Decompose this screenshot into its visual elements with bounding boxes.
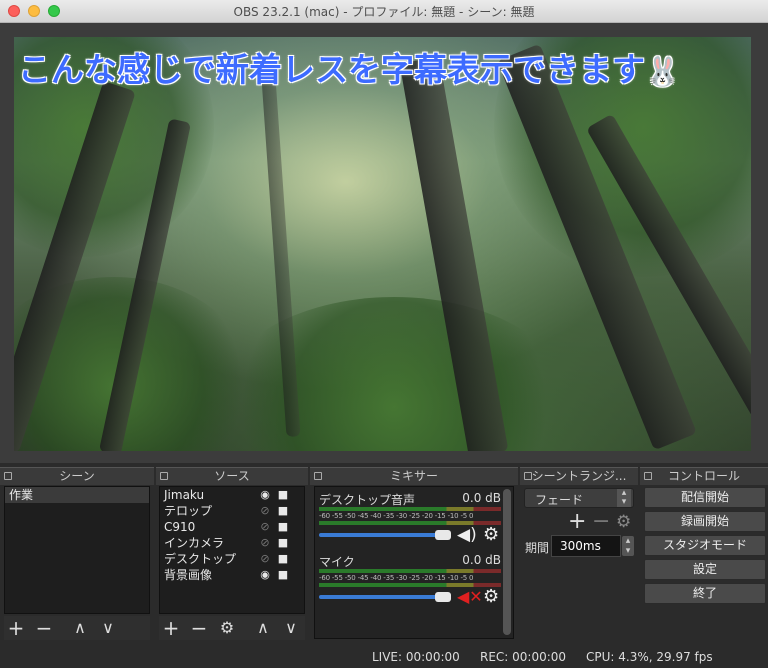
volume-slider-knob[interactable] [435, 592, 451, 602]
rec-status: REC: 00:00:00 [480, 650, 567, 664]
move-source-up-button[interactable]: ∧ [251, 616, 275, 640]
source-item[interactable]: テロップ ⊘ ■ [160, 503, 304, 519]
source-item[interactable]: デスクトップ ⊘ ■ [160, 551, 304, 567]
add-scene-button[interactable]: + [4, 616, 28, 640]
scenes-list[interactable]: 作業 [4, 486, 150, 614]
settings-button[interactable]: 設定 [644, 559, 766, 580]
lock-icon[interactable]: ■ [276, 567, 290, 583]
source-properties-gear-icon[interactable]: ⚙ [215, 616, 239, 640]
meter-ticks: -60 -55 -50 -45 -40 -35 -30 -25 -20 -15 … [319, 574, 474, 582]
status-bar: LIVE: 00:00:00 REC: 00:00:00 CPU: 4.3%, … [0, 644, 768, 668]
lock-icon[interactable]: ■ [276, 551, 290, 567]
mixer-dock-title: ミキサー [310, 467, 518, 485]
hidden-eye-icon[interactable]: ⊘ [258, 551, 272, 567]
float-dock-icon[interactable] [160, 472, 168, 480]
start-recording-button[interactable]: 録画開始 [644, 511, 766, 532]
studio-mode-button[interactable]: スタジオモード [644, 535, 766, 556]
source-item[interactable]: 背景画像 ◉ ■ [160, 567, 304, 583]
float-dock-icon[interactable] [4, 472, 12, 480]
exit-button[interactable]: 終了 [644, 583, 766, 604]
cpu-status: CPU: 4.3%, 29.97 fps [586, 650, 713, 664]
scene-item[interactable]: 作業 [5, 487, 149, 503]
lock-icon[interactable]: ■ [276, 535, 290, 551]
track-level: 0.0 dB [462, 491, 501, 505]
remove-source-button[interactable]: − [187, 616, 211, 640]
visibility-eye-icon[interactable]: ◉ [258, 567, 272, 583]
hidden-eye-icon[interactable]: ⊘ [258, 535, 272, 551]
remove-transition-button[interactable]: − [592, 511, 610, 533]
select-arrows-icon: ▴ ▾ [617, 489, 631, 507]
volume-slider[interactable] [319, 595, 445, 599]
transitions-dock-title: シーントランジ... [520, 467, 638, 485]
mixer-scrollbar[interactable] [503, 489, 511, 635]
duration-input[interactable]: 300ms [551, 535, 621, 557]
meter-ticks: -60 -55 -50 -45 -40 -35 -30 -25 -20 -15 … [319, 512, 474, 520]
start-streaming-button[interactable]: 配信開始 [644, 487, 766, 508]
move-scene-up-button[interactable]: ∧ [68, 616, 92, 640]
track-gear-icon[interactable]: ⚙ [483, 586, 499, 607]
live-status: LIVE: 00:00:00 [372, 650, 460, 664]
volume-slider[interactable] [319, 533, 445, 537]
preview-area: こんな感じで新着レスを字幕表示できます🐰 [0, 23, 768, 463]
track-name: マイク [319, 555, 355, 569]
visibility-eye-icon[interactable]: ◉ [258, 487, 272, 503]
mixer-track-desktop: デスクトップ音声 0.0 dB -60 -55 -50 -45 -40 -35 … [319, 491, 501, 551]
volume-meter [319, 507, 501, 511]
track-name: デスクトップ音声 [319, 493, 416, 507]
source-item[interactable]: インカメラ ⊘ ■ [160, 535, 304, 551]
float-dock-icon[interactable] [314, 472, 322, 480]
move-source-down-button[interactable]: ∨ [279, 616, 303, 640]
controls-dock-title: コントロール [640, 467, 768, 485]
audio-mixer: デスクトップ音声 0.0 dB -60 -55 -50 -45 -40 -35 … [314, 486, 514, 639]
preview-canvas[interactable]: こんな感じで新着レスを字幕表示できます🐰 [14, 37, 751, 451]
track-level: 0.0 dB [462, 553, 501, 567]
transition-select[interactable]: フェード ▴ ▾ [524, 488, 634, 508]
transition-gear-icon[interactable]: ⚙ [616, 512, 631, 532]
remove-scene-button[interactable]: − [32, 616, 56, 640]
muted-speaker-icon[interactable]: ◀✕ [457, 587, 483, 607]
duration-stepper[interactable]: ▴ ▾ [622, 536, 634, 556]
scenes-toolbar: + − ∧ ∨ [4, 616, 150, 640]
lock-icon[interactable]: ■ [276, 487, 290, 503]
caption-text: こんな感じで新着レスを字幕表示できます🐰 [18, 50, 680, 89]
track-gear-icon[interactable]: ⚙ [483, 524, 499, 545]
move-scene-down-button[interactable]: ∨ [96, 616, 120, 640]
window-title: OBS 23.2.1 (mac) - プロファイル: 無題 - シーン: 無題 [233, 5, 535, 19]
volume-slider-knob[interactable] [435, 530, 451, 540]
foliage [214, 297, 574, 451]
lock-icon[interactable]: ■ [276, 519, 290, 535]
mixer-track-mic: マイク 0.0 dB -60 -55 -50 -45 -40 -35 -30 -… [319, 553, 501, 613]
scenes-dock-title: シーン [0, 467, 154, 485]
rabbit-icon: 🐰 [645, 55, 680, 88]
hidden-eye-icon[interactable]: ⊘ [258, 519, 272, 535]
add-transition-button[interactable]: + [568, 511, 586, 533]
sources-dock-title: ソース [156, 467, 308, 485]
title-bar: OBS 23.2.1 (mac) - プロファイル: 無題 - シーン: 無題 [0, 0, 768, 23]
float-dock-icon[interactable] [644, 472, 652, 480]
hidden-eye-icon[interactable]: ⊘ [258, 503, 272, 519]
float-dock-icon[interactable] [524, 472, 532, 480]
lock-icon[interactable]: ■ [276, 503, 290, 519]
source-item[interactable]: C910 ⊘ ■ [160, 519, 304, 535]
speaker-icon[interactable]: ◀) [457, 525, 479, 545]
volume-meter [319, 569, 501, 573]
duration-label: 期間 [525, 541, 550, 555]
sources-toolbar: + − ⚙ ∧ ∨ [159, 616, 305, 640]
add-source-button[interactable]: + [159, 616, 183, 640]
source-item[interactable]: Jimaku ◉ ■ [160, 487, 304, 503]
sources-list[interactable]: Jimaku ◉ ■ テロップ ⊘ ■ C910 ⊘ ■ インカメラ ⊘ ■ デスクトッ… [159, 486, 305, 614]
